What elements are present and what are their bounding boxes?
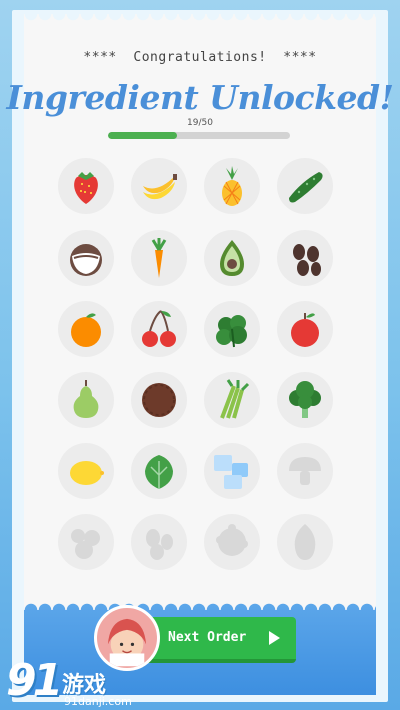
ingredient-slot (58, 158, 114, 214)
ingredient-slot (277, 372, 333, 428)
ingredient-slot (131, 514, 187, 570)
coffee-beans-icon (293, 244, 321, 276)
card-scallop-bottom (24, 596, 376, 610)
ingredient-slot (131, 443, 187, 499)
ingredient-slot (277, 301, 333, 357)
ice-cubes-icon (214, 455, 248, 489)
locked-ingredient-icon (294, 524, 316, 560)
locked-ingredient-icon (71, 529, 100, 559)
progress-fill (108, 132, 178, 139)
watermark-number: 91 (6, 655, 63, 706)
ingredient-slot (58, 230, 114, 286)
ingredient-slot (204, 514, 260, 570)
congratulations-text: **** Congratulations! **** (83, 50, 317, 65)
broccoli-icon (289, 381, 321, 418)
ingredient-slot (58, 301, 114, 357)
basil-icon (216, 315, 247, 348)
ingredient-grid (58, 158, 342, 578)
orange-icon (71, 313, 101, 347)
ingredient-slot (204, 372, 260, 428)
ingredient-slot (277, 158, 333, 214)
ingredient-slot (58, 443, 114, 499)
celery-icon (220, 379, 250, 419)
ingredient-slot (277, 230, 333, 286)
watermark-url: 91danji.com (64, 695, 132, 708)
cherries-icon (142, 310, 176, 347)
ingredient-slot (131, 230, 187, 286)
apple-icon (291, 313, 319, 347)
avocado-icon (220, 240, 244, 276)
lemon-icon (70, 461, 104, 485)
ingredient-slot (131, 158, 187, 214)
ingredient-slot (131, 372, 187, 428)
next-order-button[interactable]: Next Order (142, 617, 296, 663)
lettuce-icon (145, 455, 173, 489)
pear-icon (73, 380, 99, 418)
mushroom-icon (289, 457, 321, 485)
page-title: Ingredient Unlocked! (6, 78, 394, 117)
card-scallop-top (24, 14, 376, 28)
locked-ingredient-icon (146, 529, 173, 560)
pineapple-icon (222, 166, 242, 206)
ingredient-slot (131, 301, 187, 357)
progress-label: 19/50 (187, 118, 213, 128)
cucumber-icon (289, 172, 323, 203)
carrot-icon (151, 238, 167, 278)
banana-icon (143, 174, 177, 200)
coconut-icon (70, 244, 102, 276)
ingredient-slot (277, 514, 333, 570)
site-watermark: 91 游戏 91danji.com (4, 655, 164, 710)
ingredient-slot (204, 443, 260, 499)
strawberry-icon (74, 172, 98, 204)
ingredient-slot (58, 514, 114, 570)
next-order-label: Next Order (168, 630, 247, 645)
ingredient-slot (204, 158, 260, 214)
ingredient-slot (277, 443, 333, 499)
progress-bar (108, 132, 290, 139)
ingredient-slot (204, 301, 260, 357)
ingredient-slot (204, 230, 260, 286)
ingredient-slot (58, 372, 114, 428)
play-arrow-icon (269, 631, 280, 645)
cookie-icon (142, 383, 176, 417)
locked-ingredient-icon (216, 524, 248, 556)
